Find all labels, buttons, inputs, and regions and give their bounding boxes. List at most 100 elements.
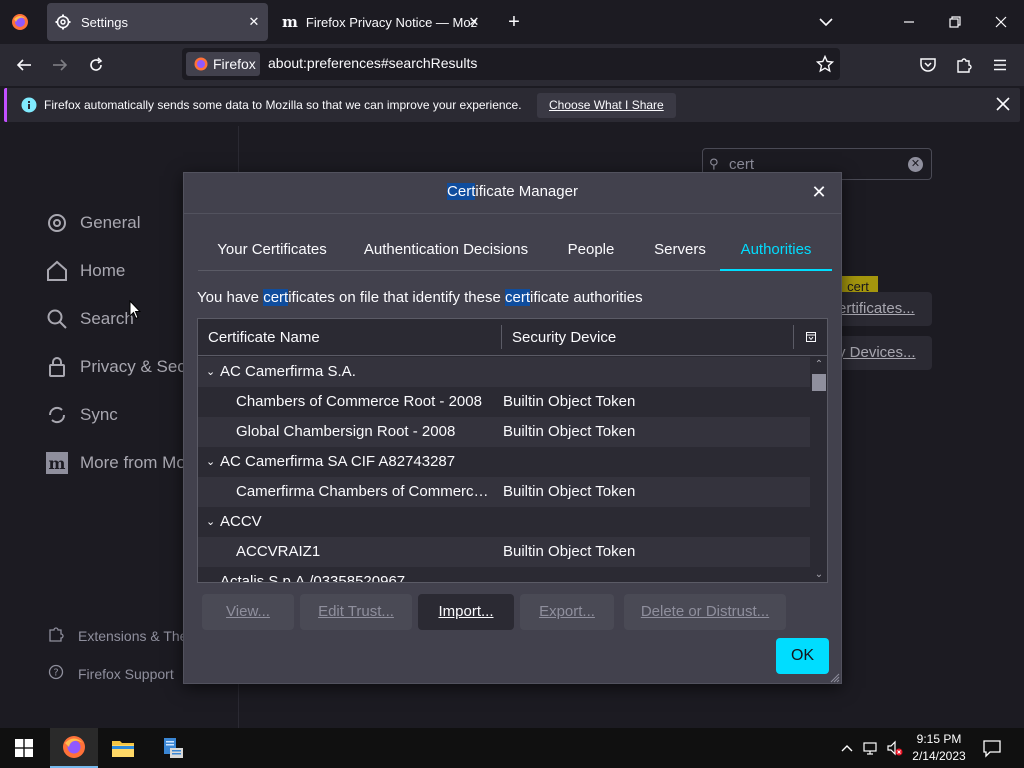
sidebar-item-general[interactable]: General bbox=[44, 210, 140, 236]
forward-arrow-icon[interactable] bbox=[48, 53, 72, 77]
export-button[interactable]: Export... bbox=[520, 594, 614, 630]
action-center-icon[interactable] bbox=[982, 738, 1002, 758]
tree-header: Certificate Name Security Device bbox=[198, 319, 827, 356]
data-reporting-notification: Firefox automatically sends some data to… bbox=[4, 88, 1020, 122]
tree-scrollbar[interactable]: ⌃ ⌄ bbox=[810, 357, 827, 582]
hamburger-menu-icon[interactable] bbox=[988, 53, 1012, 77]
sidebar-item-label: Extensions & The bbox=[78, 627, 188, 644]
close-tab-icon[interactable]: ✕ bbox=[466, 14, 482, 30]
close-dialog-icon[interactable]: ✕ bbox=[809, 182, 829, 202]
scrollbar-thumb[interactable] bbox=[812, 374, 826, 391]
taskbar-file-explorer[interactable] bbox=[99, 728, 147, 768]
title-highlight: Cert bbox=[447, 183, 476, 200]
sidebar-item-privacy[interactable]: Privacy & Secu bbox=[44, 354, 195, 380]
security-devices-button[interactable]: y Devices... bbox=[832, 336, 932, 370]
taskbar-firefox[interactable] bbox=[50, 728, 98, 768]
column-header-security-device[interactable]: Security Device bbox=[512, 329, 616, 346]
tab-your-certificates[interactable]: Your Certificates bbox=[202, 231, 342, 271]
view-button[interactable]: View... bbox=[202, 594, 294, 630]
edit-trust-button[interactable]: Edit Trust... bbox=[300, 594, 412, 630]
list-all-tabs-icon[interactable] bbox=[816, 12, 836, 32]
sidebar-item-label: Home bbox=[80, 261, 126, 280]
lock-icon bbox=[44, 354, 70, 380]
taskbar-network-app[interactable] bbox=[148, 728, 196, 768]
desc-highlight: cert bbox=[263, 289, 289, 306]
sidebar-item-extensions-themes[interactable]: Extensions & The bbox=[48, 626, 187, 645]
tree-item-row[interactable]: Global Chambersign Root - 2008 Builtin O… bbox=[198, 417, 810, 447]
volume-muted-icon[interactable] bbox=[887, 740, 903, 756]
back-arrow-icon[interactable] bbox=[12, 53, 36, 77]
tab-authentication-decisions[interactable]: Authentication Decisions bbox=[354, 231, 538, 271]
tree-group-row[interactable]: ⌄ ACCV bbox=[198, 507, 810, 537]
column-divider[interactable] bbox=[793, 325, 794, 349]
tree-item-row[interactable]: ACCVRAIZ1 Builtin Object Token bbox=[198, 537, 810, 567]
certificate-name: AC Camerfirma S.A. bbox=[220, 363, 356, 380]
tab-privacy-notice[interactable]: m Firefox Privacy Notice — Mozilla ✕ bbox=[274, 3, 488, 41]
tree-group-row[interactable]: ⌄ AC Camerfirma SA CIF A82743287 bbox=[198, 447, 810, 477]
scroll-up-icon[interactable]: ⌃ bbox=[813, 359, 825, 371]
start-button[interactable] bbox=[0, 728, 48, 768]
tree-item-row[interactable]: Camerfirma Chambers of Commerce ... Buil… bbox=[198, 477, 810, 507]
network-icon[interactable] bbox=[863, 740, 879, 756]
scroll-down-icon[interactable]: ⌄ bbox=[813, 569, 825, 581]
button-label: Edit Trust... bbox=[318, 603, 394, 620]
tree-item-row[interactable]: Chambers of Commerce Root - 2008 Builtin… bbox=[198, 387, 810, 417]
svg-text:?: ? bbox=[53, 668, 58, 679]
view-certificates-button[interactable]: ertificates... bbox=[832, 292, 932, 326]
identity-box[interactable]: Firefox bbox=[186, 52, 260, 76]
url-bar[interactable]: Firefox about:preferences#searchResults bbox=[182, 48, 840, 80]
chevron-down-icon[interactable]: ⌄ bbox=[206, 515, 215, 528]
chevron-down-icon[interactable]: ⌄ bbox=[206, 455, 215, 468]
new-tab-button[interactable]: + bbox=[504, 12, 524, 32]
delete-or-distrust-button[interactable]: Delete or Distrust... bbox=[624, 594, 786, 630]
button-label: View... bbox=[226, 603, 270, 620]
url-text[interactable]: about:preferences#searchResults bbox=[268, 55, 477, 71]
button-label: Export... bbox=[539, 603, 595, 620]
minimize-button[interactable] bbox=[886, 0, 932, 44]
tree-group-row[interactable]: ⌄ Actalis S.p.A./03358520967 bbox=[198, 567, 810, 582]
column-picker-icon[interactable] bbox=[805, 330, 817, 342]
pocket-icon[interactable] bbox=[916, 53, 940, 77]
security-device: Builtin Object Token bbox=[503, 543, 636, 560]
home-icon bbox=[44, 258, 70, 284]
resize-grip-icon[interactable] bbox=[828, 670, 840, 683]
certificate-name: Global Chambersign Root - 2008 bbox=[236, 423, 456, 440]
desc-text: You have bbox=[197, 289, 264, 306]
system-clock[interactable]: 9:15 PM 2/14/2023 bbox=[906, 731, 972, 765]
tab-servers[interactable]: Servers bbox=[642, 231, 718, 271]
import-button[interactable]: Import... bbox=[418, 594, 514, 630]
restore-button[interactable] bbox=[932, 0, 978, 44]
chevron-down-icon[interactable]: ⌄ bbox=[206, 365, 215, 378]
sidebar-item-label: Privacy & Secu bbox=[80, 357, 196, 376]
ok-button[interactable]: OK bbox=[776, 638, 829, 674]
close-window-button[interactable] bbox=[978, 0, 1024, 44]
chevron-down-icon[interactable]: ⌄ bbox=[206, 575, 215, 582]
sidebar-item-firefox-support[interactable]: ? Firefox Support bbox=[48, 664, 174, 683]
clock-date: 2/14/2023 bbox=[912, 749, 966, 763]
certificate-name: AC Camerfirma SA CIF A82743287 bbox=[220, 453, 456, 470]
sync-icon bbox=[44, 402, 70, 428]
column-divider[interactable] bbox=[501, 325, 502, 349]
tree-group-row[interactable]: ⌄ AC Camerfirma S.A. bbox=[198, 357, 810, 387]
sidebar-item-sync[interactable]: Sync bbox=[44, 402, 118, 428]
close-tab-icon[interactable]: ✕ bbox=[246, 14, 262, 30]
certificate-tree[interactable]: Certificate Name Security Device ⌄ AC Ca… bbox=[197, 318, 828, 583]
tab-authorities[interactable]: Authorities bbox=[720, 231, 832, 271]
tab-settings[interactable]: Settings ✕ bbox=[47, 3, 268, 41]
extensions-puzzle-icon[interactable] bbox=[952, 53, 976, 77]
show-hidden-icons-chevron-icon[interactable] bbox=[839, 740, 855, 756]
server-manager-icon bbox=[164, 738, 183, 758]
column-header-certificate-name[interactable]: Certificate Name bbox=[208, 329, 320, 346]
reload-icon[interactable] bbox=[84, 53, 108, 77]
sidebar-item-home[interactable]: Home bbox=[44, 258, 125, 284]
tab-label: Firefox Privacy Notice — Mozilla bbox=[305, 14, 478, 30]
firefox-menu-icon[interactable] bbox=[11, 13, 29, 31]
sidebar-item-search[interactable]: Search bbox=[44, 306, 134, 332]
clear-search-icon[interactable]: ✕ bbox=[908, 157, 923, 172]
tab-people[interactable]: People bbox=[556, 231, 626, 271]
choose-what-i-share-button[interactable]: Choose What I Share bbox=[537, 93, 676, 118]
search-icon: ⚲ bbox=[709, 156, 719, 171]
close-notification-icon[interactable] bbox=[995, 96, 1011, 112]
bookmark-star-icon[interactable] bbox=[815, 54, 835, 73]
sidebar-item-more-from-mozilla[interactable]: m More from Mo bbox=[44, 450, 186, 476]
